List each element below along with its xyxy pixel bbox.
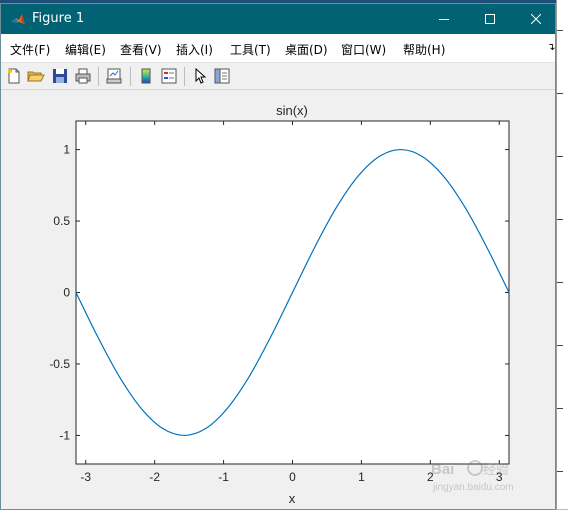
background-tick <box>557 282 563 283</box>
background-tick <box>557 156 563 157</box>
y-tick-label: 0 <box>63 286 70 300</box>
svg-text:jingyan.baidu.com: jingyan.baidu.com <box>432 482 514 493</box>
x-tick-label: 0 <box>289 470 296 484</box>
x-tick-label: -1 <box>218 470 229 484</box>
background-tick <box>557 408 563 409</box>
background-tick <box>557 471 563 472</box>
x-tick-label: -2 <box>149 470 160 484</box>
y-tick-label: -1 <box>59 428 70 442</box>
chart-title: sin(x) <box>276 103 308 118</box>
y-tick-label: -0.5 <box>49 357 70 371</box>
svg-text:经验: 经验 <box>483 462 509 477</box>
background-window-edge <box>556 0 568 517</box>
figure-canvas: sin(x) -3 -2 -1 0 1 2 3-1-0.500.51 x Bai 经验 ji… <box>1 90 555 509</box>
background-tick <box>557 30 563 31</box>
svg-text:Bai: Bai <box>431 461 454 478</box>
figure-window: Figure 1 文件(F) 编辑(E) 查看(V) 插入(I) 工具(T) 桌… <box>0 3 556 510</box>
background-tick <box>557 219 563 220</box>
y-tick-label: 1 <box>63 143 70 157</box>
x-tick-label: 1 <box>358 470 365 484</box>
y-tick-label: 0.5 <box>53 214 70 228</box>
x-tick-label: -3 <box>80 470 91 484</box>
x-axis-label: x <box>289 491 296 506</box>
background-window-bottom <box>0 509 568 517</box>
background-tick <box>557 93 563 94</box>
background-tick <box>557 345 563 346</box>
